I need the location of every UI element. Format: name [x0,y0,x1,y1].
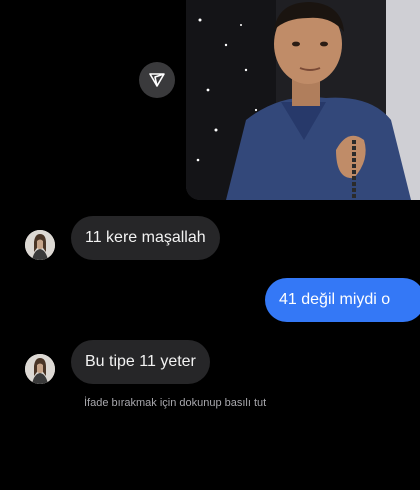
message-bubble-incoming[interactable]: Bu tipe 11 yeter [71,340,210,384]
reaction-hint: İfade bırakmak için dokunup basılı tut [84,397,267,409]
message-bubble-outgoing[interactable]: 41 değil miydi o [265,278,420,322]
share-button[interactable] [139,62,175,98]
contact-avatar[interactable] [25,354,55,384]
shared-post-image[interactable] [186,0,420,200]
message-bubble-incoming[interactable]: 11 kere maşallah [71,216,220,260]
contact-avatar[interactable] [25,230,55,260]
send-triangle-icon [149,73,165,87]
